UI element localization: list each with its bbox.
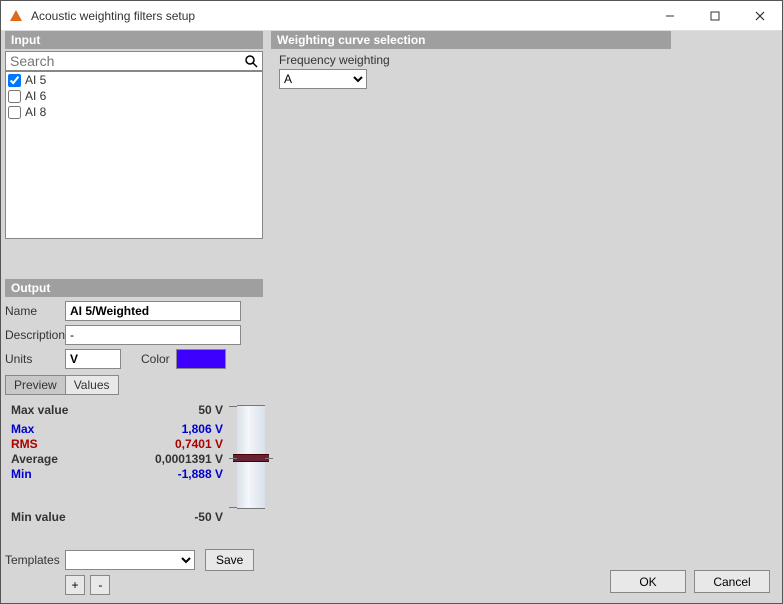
color-swatch[interactable] bbox=[176, 349, 226, 369]
color-label: Color bbox=[141, 352, 170, 366]
channel-checkbox[interactable] bbox=[8, 106, 21, 119]
description-field[interactable] bbox=[65, 325, 241, 345]
search-input[interactable] bbox=[5, 51, 263, 71]
output-panel: Output Name Description Units Color Prev… bbox=[5, 279, 263, 595]
tab-preview[interactable]: Preview bbox=[5, 375, 66, 395]
rms: 0,7401 V bbox=[115, 437, 223, 452]
units-field[interactable] bbox=[65, 349, 121, 369]
description-label: Description bbox=[5, 328, 65, 342]
channel-label: AI 6 bbox=[25, 89, 46, 103]
value-gauge bbox=[237, 405, 265, 509]
app-icon bbox=[1, 9, 31, 23]
frequency-weighting-select[interactable]: A bbox=[279, 69, 367, 89]
max-value: 50 V bbox=[115, 403, 223, 418]
input-panel: Input AI 5 AI 6 AI 8 bbox=[5, 31, 263, 239]
minimize-button[interactable] bbox=[647, 1, 692, 31]
units-label: Units bbox=[5, 352, 65, 366]
close-button[interactable] bbox=[737, 1, 782, 31]
list-item[interactable]: AI 8 bbox=[6, 104, 262, 120]
min-value: -50 V bbox=[115, 510, 223, 525]
list-item[interactable]: AI 5 bbox=[6, 72, 262, 88]
ok-button[interactable]: OK bbox=[610, 570, 686, 593]
channel-checkbox[interactable] bbox=[8, 74, 21, 87]
weighting-panel: Weighting curve selection Frequency weig… bbox=[271, 31, 671, 89]
save-button[interactable]: Save bbox=[205, 549, 254, 571]
frequency-weighting-label: Frequency weighting bbox=[279, 53, 671, 67]
avg: 0,0001391 V bbox=[115, 452, 223, 467]
cancel-button[interactable]: Cancel bbox=[694, 570, 770, 593]
window-title: Acoustic weighting filters setup bbox=[31, 9, 195, 23]
weighting-header: Weighting curve selection bbox=[271, 31, 671, 49]
maximize-button[interactable] bbox=[692, 1, 737, 31]
templates-label: Templates bbox=[5, 553, 65, 567]
list-item[interactable]: AI 6 bbox=[6, 88, 262, 104]
tab-values[interactable]: Values bbox=[65, 375, 119, 395]
search-icon bbox=[243, 53, 259, 69]
templates-select[interactable] bbox=[65, 550, 195, 570]
title-bar: Acoustic weighting filters setup bbox=[1, 1, 782, 31]
channel-checkbox[interactable] bbox=[8, 90, 21, 103]
remove-template-button[interactable]: - bbox=[90, 575, 110, 595]
channel-label: AI 8 bbox=[25, 105, 46, 119]
name-label: Name bbox=[5, 304, 65, 318]
add-template-button[interactable]: + bbox=[65, 575, 85, 595]
max: 1,806 V bbox=[115, 422, 223, 437]
input-header: Input bbox=[5, 31, 263, 49]
channel-list[interactable]: AI 5 AI 6 AI 8 bbox=[5, 71, 263, 239]
name-field[interactable] bbox=[65, 301, 241, 321]
preview-area: Max value Max RMS Average Min Min value … bbox=[5, 403, 263, 533]
min: -1,888 V bbox=[115, 467, 223, 482]
output-header: Output bbox=[5, 279, 263, 297]
channel-label: AI 5 bbox=[25, 73, 46, 87]
